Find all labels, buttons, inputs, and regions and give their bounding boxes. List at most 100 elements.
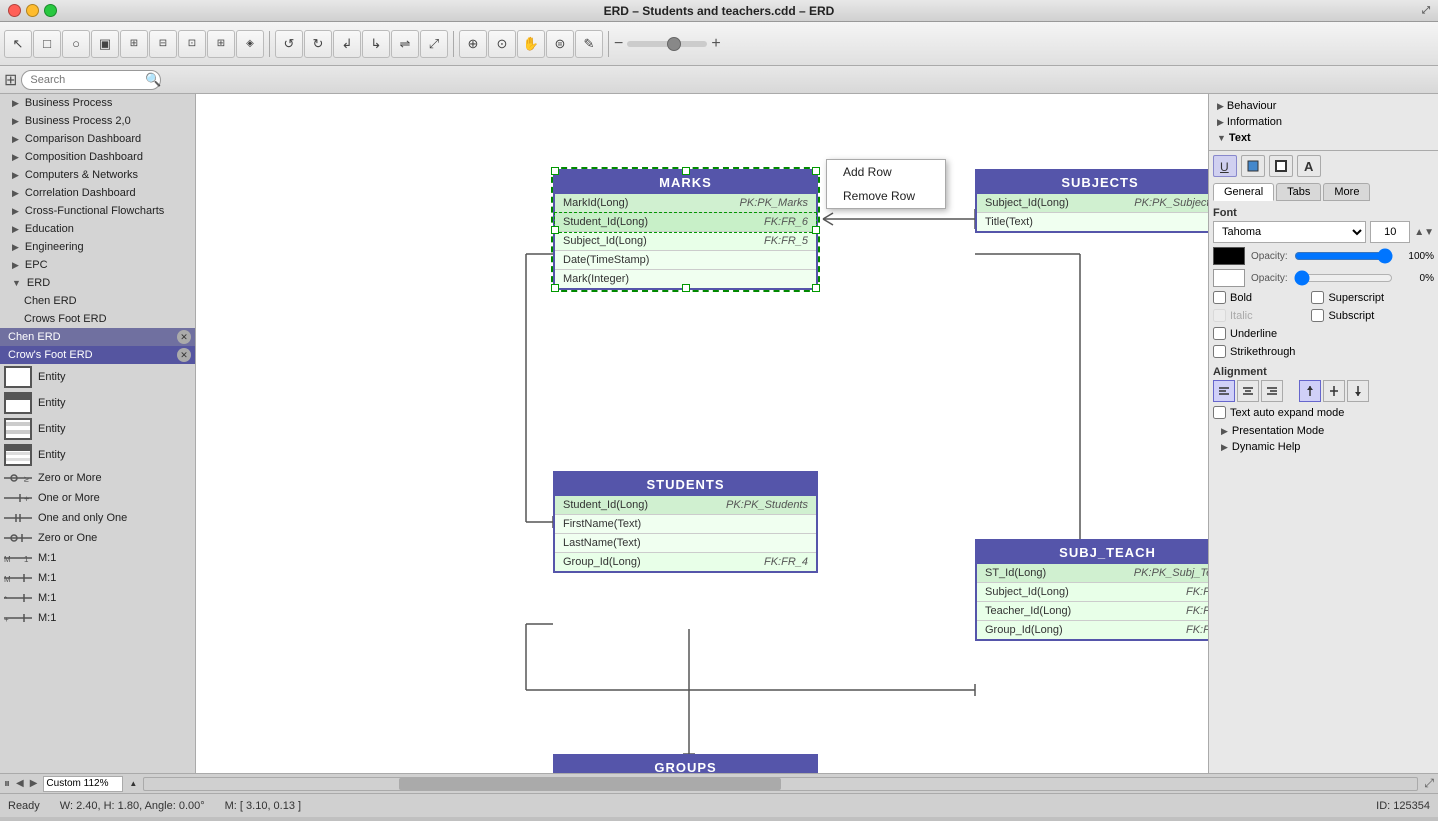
sidebar-item-engineering[interactable]: ▶ Engineering xyxy=(0,238,195,256)
tree-item-text[interactable]: ▼ Text xyxy=(1213,130,1434,146)
table-row[interactable]: Student_Id(Long) FK:FR_6 xyxy=(555,213,816,232)
table-marks[interactable]: MARKS MarkId(Long) PK:PK_Marks Student_I… xyxy=(553,169,818,290)
handle-br[interactable] xyxy=(812,284,820,292)
subscript-checkbox[interactable] xyxy=(1311,309,1324,322)
nav-next[interactable]: ▶ xyxy=(30,778,38,789)
tree-item-behaviour[interactable]: ▶ Behaviour xyxy=(1213,98,1434,114)
close-tab-crows-foot[interactable]: ✕ xyxy=(177,348,191,362)
zero-or-one[interactable]: Zero or One xyxy=(0,528,195,548)
search-icon[interactable]: 🔍 xyxy=(145,72,161,88)
align-right-btn[interactable] xyxy=(1261,380,1283,402)
zoom-slider[interactable] xyxy=(627,41,707,47)
table-subjects[interactable]: SUBJECTS Subject_Id(Long) PK:PK_Subjects… xyxy=(975,169,1208,233)
table-row[interactable]: Group_Id(Long) FK:FR_1 xyxy=(977,621,1208,639)
table-row[interactable]: FirstName(Text) xyxy=(555,515,816,534)
sidebar-item-business-process[interactable]: ▶ Business Process xyxy=(0,94,195,112)
table-row[interactable]: Date(TimeStamp) xyxy=(555,251,816,270)
expand-canvas-btn[interactable]: ⤢ xyxy=(1424,776,1434,791)
table-row[interactable]: Subject_Id(Long) FK:FR_3 xyxy=(977,583,1208,602)
select-tool[interactable]: ↖ xyxy=(4,30,32,58)
align-bottom-btn[interactable] xyxy=(1347,380,1369,402)
superscript-checkbox[interactable] xyxy=(1311,291,1324,304)
entity-double[interactable]: Entity xyxy=(0,442,195,468)
close-button[interactable] xyxy=(8,4,21,17)
table-row[interactable]: Student_Id(Long) PK:PK_Students xyxy=(555,496,816,515)
table-row[interactable]: ST_Id(Long) PK:PK_Subj_Teach xyxy=(977,564,1208,583)
tool8[interactable]: ⊞ xyxy=(207,30,235,58)
table-row[interactable]: Group_Id(Long) FK:FR_4 xyxy=(555,553,816,571)
italic-checkbox[interactable] xyxy=(1213,309,1226,322)
opacity-slider-2[interactable] xyxy=(1294,274,1393,282)
lock-tool[interactable]: ⊜ xyxy=(546,30,574,58)
table-row[interactable]: Subject_Id(Long) PK:PK_Subjects xyxy=(977,194,1208,213)
handle-tr[interactable] xyxy=(812,167,820,175)
scrollbar-thumb[interactable] xyxy=(399,778,781,790)
sidebar-item-education[interactable]: ▶ Education xyxy=(0,220,195,238)
maximize-button[interactable] xyxy=(44,4,57,17)
handle-tm[interactable] xyxy=(682,167,690,175)
m1-relation-3[interactable]: * M:1 xyxy=(0,588,195,608)
one-or-more[interactable]: + One or More xyxy=(0,488,195,508)
align-middle-btn[interactable] xyxy=(1323,380,1345,402)
horizontal-scrollbar[interactable] xyxy=(143,777,1418,791)
ctx-add-row[interactable]: Add Row xyxy=(827,160,945,184)
forward-tool[interactable]: ↳ xyxy=(362,30,390,58)
bg-color-swatch[interactable] xyxy=(1213,269,1245,287)
opacity-slider-1[interactable] xyxy=(1294,252,1393,260)
align-center-btn[interactable] xyxy=(1237,380,1259,402)
fill-format-btn[interactable] xyxy=(1241,155,1265,177)
open-tab-crows-foot[interactable]: Crow's Foot ERD ✕ xyxy=(0,346,195,364)
dynamic-help-row[interactable]: ▶ Dynamic Help xyxy=(1213,439,1434,455)
m1-relation-1[interactable]: M1 M:1 xyxy=(0,548,195,568)
tab-general[interactable]: General xyxy=(1213,183,1274,201)
table-groups[interactable]: GROUPS Group_Id(Long) PK:PK_Groups Name(… xyxy=(553,754,818,773)
pause-btn[interactable]: ⏸ xyxy=(4,776,10,791)
expand-tool[interactable]: ⤢ xyxy=(420,30,448,58)
minimize-button[interactable] xyxy=(26,4,39,17)
sidebar-item-composition[interactable]: ▶ Composition Dashboard xyxy=(0,148,195,166)
handle-bl[interactable] xyxy=(551,284,559,292)
table-row[interactable]: Title(Text) xyxy=(977,213,1208,231)
sidebar-item-erd[interactable]: ▼ ERD xyxy=(0,274,195,292)
handle-ml[interactable] xyxy=(551,226,559,234)
zoom-area[interactable]: ⊙ xyxy=(488,30,516,58)
nav-prev[interactable]: ◀ xyxy=(16,778,24,789)
text-format-btn[interactable]: A xyxy=(1297,155,1321,177)
tool7[interactable]: ⊡ xyxy=(178,30,206,58)
font-family-select[interactable]: Tahoma Arial Helvetica xyxy=(1213,221,1366,243)
pen-tool[interactable]: ✎ xyxy=(575,30,603,58)
bold-checkbox[interactable] xyxy=(1213,291,1226,304)
underline-format-btn[interactable]: U xyxy=(1213,155,1237,177)
zoom-thumb[interactable] xyxy=(667,37,681,51)
table-subj-teach[interactable]: SUBJ_TEACH ST_Id(Long) PK:PK_Subj_Teach … xyxy=(975,539,1208,641)
m1-relation-2[interactable]: M M:1 xyxy=(0,568,195,588)
table-tool[interactable]: ▣ xyxy=(91,30,119,58)
text-color-swatch[interactable] xyxy=(1213,247,1245,265)
tab-more[interactable]: More xyxy=(1323,183,1370,201)
close-tab-chen-erd[interactable]: ✕ xyxy=(177,330,191,344)
align-top-btn[interactable] xyxy=(1299,380,1321,402)
handle-tl[interactable] xyxy=(551,167,559,175)
sidebar-item-computers[interactable]: ▶ Computers & Networks xyxy=(0,166,195,184)
table-row[interactable]: Teacher_Id(Long) FK:FR_2 xyxy=(977,602,1208,621)
open-tab-chen-erd[interactable]: Chen ERD ✕ xyxy=(0,328,195,346)
ellipse-tool[interactable]: ○ xyxy=(62,30,90,58)
sidebar-item-correlation[interactable]: ▶ Correlation Dashboard xyxy=(0,184,195,202)
handle-bm[interactable] xyxy=(682,284,690,292)
expand-button[interactable]: ⤢ xyxy=(1422,5,1430,16)
rect-tool[interactable]: □ xyxy=(33,30,61,58)
tool6[interactable]: ⊟ xyxy=(149,30,177,58)
zoom-stepper-up[interactable]: ▲ xyxy=(129,779,137,788)
strikethrough-checkbox[interactable] xyxy=(1213,345,1226,358)
sidebar-item-crows-foot[interactable]: Crows Foot ERD xyxy=(0,310,195,328)
align-left-btn[interactable] xyxy=(1213,380,1235,402)
zoom-plus[interactable]: + xyxy=(711,35,720,53)
expand-mode-checkbox[interactable] xyxy=(1213,406,1226,419)
entity-header[interactable]: Entity xyxy=(0,390,195,416)
font-size-input[interactable] xyxy=(1370,221,1410,243)
zoom-fit[interactable]: ⊕ xyxy=(459,30,487,58)
handle-mr[interactable] xyxy=(812,226,820,234)
sidebar-item-flowcharts[interactable]: ▶ Cross-Functional Flowcharts xyxy=(0,202,195,220)
tool9[interactable]: ◈ xyxy=(236,30,264,58)
one-and-only-one[interactable]: One and only One xyxy=(0,508,195,528)
